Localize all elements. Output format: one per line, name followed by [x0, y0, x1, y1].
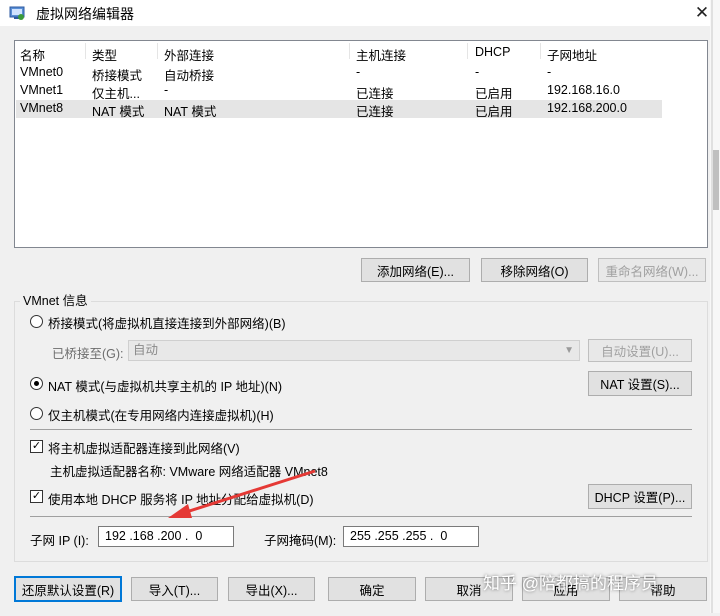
auto-settings-button[interactable]: 自动设置(U)... — [588, 339, 692, 362]
cell-host: - — [356, 65, 361, 79]
vmware-network-icon — [9, 5, 25, 21]
window-title: 虚拟网络编辑器 — [36, 6, 134, 22]
dhcp-settings-button[interactable]: DHCP 设置(P)... — [588, 484, 692, 509]
arrow-head — [168, 504, 192, 518]
annotation-arrow — [168, 469, 316, 518]
column-header-subnet[interactable]: 子网地址 — [547, 45, 597, 64]
cell-name: VMnet8 — [20, 101, 64, 115]
divider — [30, 516, 692, 517]
table-row[interactable]: VMnet0 桥接模式 自动桥接 - - - — [16, 64, 662, 83]
table-row-selected[interactable]: VMnet8 NAT 模式 NAT 模式 已连接 已启用 192.168.200… — [16, 100, 662, 119]
add-network-button[interactable]: 添加网络(E)... — [361, 258, 470, 282]
rename-network-button[interactable]: 重命名网络(W)... — [598, 258, 706, 282]
cell-host: 已连接 — [356, 105, 394, 119]
hostonly-mode-label[interactable]: 仅主机模式(在专用网络内连接虚拟机)(H) — [48, 405, 274, 424]
cell-name: VMnet1 — [20, 83, 64, 97]
subnet-ip-label: 子网 IP (I): — [30, 534, 89, 548]
restore-defaults-button[interactable]: 还原默认设置(R) — [14, 576, 122, 602]
window-edge-strip — [710, 0, 720, 613]
radio-selected-dot — [34, 381, 39, 386]
subnet-mask-input[interactable]: 255 .255 .255 . 0 — [343, 526, 479, 547]
nat-settings-button[interactable]: NAT 设置(S)... — [588, 371, 692, 396]
ok-button[interactable]: 确定 — [328, 577, 416, 601]
column-header-host[interactable]: 主机连接 — [356, 45, 406, 64]
column-header-type[interactable]: 类型 — [92, 45, 117, 64]
subnet-ip-input[interactable]: 192 .168 .200 . 0 — [98, 526, 234, 547]
import-button[interactable]: 导入(T)... — [131, 577, 218, 601]
bridged-to-dropdown[interactable]: 自动 ▼ — [128, 340, 580, 361]
remove-network-button[interactable]: 移除网络(O) — [481, 258, 588, 282]
cell-subnet: 192.168.16.0 — [547, 83, 620, 97]
arrow-line — [179, 469, 316, 516]
cell-external: NAT 模式 — [164, 105, 217, 119]
hostonly-mode-radio[interactable] — [30, 407, 43, 420]
cell-dhcp: - — [475, 65, 480, 79]
bridged-to-label: 已桥接至(G): — [52, 347, 124, 361]
dhcp-checkbox[interactable]: ✓ — [30, 490, 43, 503]
cell-subnet: - — [547, 65, 552, 79]
nat-mode-radio[interactable] — [30, 377, 43, 390]
cell-external: - — [164, 83, 169, 97]
connect-adapter-checkbox[interactable]: ✓ — [30, 440, 43, 453]
cell-dhcp: 已启用 — [475, 105, 513, 119]
cell-subnet: 192.168.200.0 — [547, 101, 627, 115]
table-row[interactable]: VMnet1 仅主机... - 已连接 已启用 192.168.16.0 — [16, 82, 662, 101]
column-divider — [540, 43, 541, 59]
column-divider — [467, 43, 468, 59]
column-divider — [85, 43, 86, 59]
network-list[interactable]: 名称 类型 外部连接 主机连接 DHCP 子网地址 VMnet0 桥接模式 自动… — [14, 40, 708, 248]
column-header-name[interactable]: 名称 — [20, 45, 45, 64]
watermark-text: 知乎 @陪都搞的程序员 — [483, 574, 658, 593]
subnet-mask-label: 子网掩码(M): — [264, 534, 337, 548]
bridge-mode-label[interactable]: 桥接模式(将虚拟机直接连接到外部网络)(B) — [48, 313, 286, 332]
chevron-down-icon: ▼ — [564, 345, 574, 356]
export-button[interactable]: 导出(X)... — [228, 577, 315, 601]
connect-adapter-label[interactable]: 将主机虚拟适配器连接到此网络(V) — [48, 438, 240, 457]
bridged-to-value: 自动 — [133, 343, 159, 357]
cell-name: VMnet0 — [20, 65, 64, 79]
column-divider — [157, 43, 158, 59]
nat-mode-label[interactable]: NAT 模式(与虚拟机共享主机的 IP 地址)(N) — [48, 376, 282, 395]
cell-type: NAT 模式 — [92, 105, 145, 119]
vmnet-info-label: VMnet 信息 — [20, 290, 91, 309]
column-header-dhcp[interactable]: DHCP — [475, 45, 510, 59]
divider — [30, 429, 692, 430]
column-header-external[interactable]: 外部连接 — [164, 45, 214, 64]
bridge-mode-radio[interactable] — [30, 315, 43, 328]
column-divider — [349, 43, 350, 59]
